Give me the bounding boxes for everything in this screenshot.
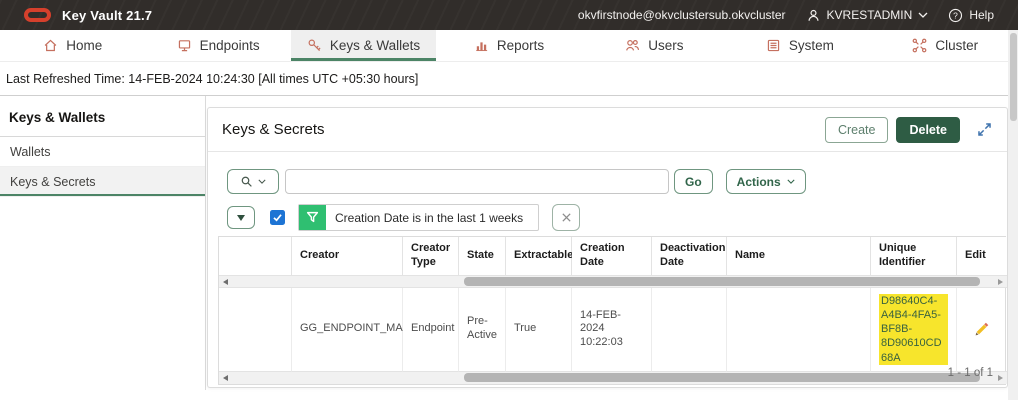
nav-label: Users <box>648 38 684 53</box>
cell-creation-date: 14-FEB-2024 10:22:03 <box>572 287 652 372</box>
scroll-right-icon[interactable] <box>998 278 1003 285</box>
maximize-icon[interactable] <box>976 120 993 140</box>
panel-title: Keys & Secrets <box>222 121 325 138</box>
scroll-right-icon[interactable] <box>998 374 1003 381</box>
column-header-creator[interactable]: Creator <box>292 237 403 276</box>
cluster-icon <box>912 38 927 53</box>
nav-tab-reports[interactable]: Reports <box>436 30 581 61</box>
help-label: Help <box>969 8 994 22</box>
go-button[interactable]: Go <box>674 169 713 194</box>
column-header-extractable[interactable]: Extractable <box>506 237 573 276</box>
search-column-selector[interactable] <box>227 169 279 194</box>
nav-label: System <box>788 38 834 53</box>
row-select-cell[interactable] <box>219 287 292 372</box>
column-header-unique-identifier[interactable]: Unique Identifier <box>871 237 957 276</box>
filter-funnel-icon <box>299 205 326 230</box>
user-menu[interactable]: KVRESTADMIN <box>806 8 929 23</box>
nav-tab-keys-wallets[interactable]: Keys & Wallets <box>290 30 437 61</box>
search-input[interactable] <box>285 169 669 194</box>
chevron-down-icon <box>258 179 266 184</box>
pagination-status: 1 - 1 of 1 <box>947 367 993 379</box>
nav-tab-system[interactable]: System <box>727 30 872 61</box>
report-settings-button[interactable] <box>227 206 255 229</box>
cell-extractable: True <box>506 287 572 372</box>
filter-condition-text: Creation Date is in the last 1 weeks <box>335 210 524 225</box>
actions-button[interactable]: Actions <box>725 169 806 194</box>
cell-creator: GG_ENDPOINT_MA <box>292 287 403 372</box>
help-icon: ? <box>948 8 963 23</box>
last-refreshed-bar: Last Refreshed Time: 14-FEB-2024 10:24:3… <box>0 62 1018 96</box>
column-header-creation-date[interactable]: Creation Date <box>572 237 652 276</box>
user-name: KVRESTADMIN <box>826 8 913 22</box>
scrollbar-thumb[interactable] <box>464 372 980 382</box>
chevron-down-icon <box>918 12 928 18</box>
table-horizontal-scrollbar-bottom[interactable] <box>219 371 1007 384</box>
nav-tab-home[interactable]: Home <box>0 30 145 61</box>
oracle-logo-icon <box>24 8 51 22</box>
search-toolbar: Go Actions <box>227 169 806 194</box>
nav-label: Endpoints <box>199 38 260 53</box>
nav-label: Reports <box>496 38 545 53</box>
reports-icon <box>474 38 489 53</box>
user-icon <box>806 8 821 23</box>
sidebar-item-keys-secrets[interactable]: Keys & Secrets <box>0 167 205 197</box>
remove-filter-button[interactable] <box>552 204 580 231</box>
okv-app-window: Key Vault 21.7 okvfirstnode@okvclustersu… <box>0 0 1018 400</box>
create-button[interactable]: Create <box>824 116 889 143</box>
triangle-down-icon <box>237 214 245 221</box>
scrollbar-thumb[interactable] <box>1009 33 1017 121</box>
cell-state: Pre-Active <box>459 287 506 372</box>
cell-unique-identifier: D98640C4-A4B4-4FA5-BF8B-8D90610CD68A <box>871 287 957 372</box>
help-menu[interactable]: ? Help <box>948 8 994 23</box>
page-vertical-scrollbar[interactable] <box>1008 30 1018 400</box>
filter-row: Creation Date is in the last 1 weeks <box>227 204 580 231</box>
home-icon <box>43 38 58 53</box>
cell-creator-type: Endpoint <box>403 287 459 372</box>
keys-secrets-panel: Keys & Secrets Create Delete Go Actions … <box>207 107 1008 388</box>
column-header-deactivation-date[interactable]: Deactivation Date <box>652 237 727 276</box>
scroll-left-icon[interactable] <box>223 374 228 381</box>
key-icon <box>307 38 322 53</box>
system-icon <box>766 38 781 53</box>
nav-label: Home <box>66 38 103 53</box>
cell-deactivation-date <box>652 287 727 372</box>
column-header-edit: Edit <box>957 237 1007 276</box>
nav-label: Keys & Wallets <box>329 38 421 53</box>
sidebar-item-label: Wallets <box>10 144 51 159</box>
filter-chip[interactable]: Creation Date is in the last 1 weeks <box>298 204 539 231</box>
unique-identifier-highlighted: D98640C4-A4B4-4FA5-BF8B-8D90610CD68A <box>879 293 948 365</box>
sidebar-item-label: Keys & Secrets <box>10 174 96 189</box>
nav-tab-endpoints[interactable]: Endpoints <box>145 30 290 61</box>
scrollbar-thumb[interactable] <box>464 276 980 286</box>
column-header-name[interactable]: Name <box>727 237 871 276</box>
nav-label: Cluster <box>935 38 979 53</box>
product-title: Key Vault 21.7 <box>62 7 153 23</box>
column-header-state[interactable]: State <box>459 237 506 276</box>
primary-nav: Home Endpoints Keys & Wallets Reports Us… <box>0 30 1018 62</box>
nav-tab-cluster[interactable]: Cluster <box>873 30 1018 61</box>
column-header-select <box>219 237 292 276</box>
sidebar: Keys & Wallets Wallets Keys & Secrets <box>0 96 206 390</box>
delete-button[interactable]: Delete <box>896 116 960 143</box>
panel-header: Keys & Secrets Create Delete <box>208 108 1007 152</box>
keys-secrets-table: Creator Creator Type State Extractable C… <box>218 236 1007 385</box>
last-refreshed-text: Last Refreshed Time: 14-FEB-2024 10:24:3… <box>6 71 419 86</box>
users-icon <box>625 38 640 53</box>
nav-tab-users[interactable]: Users <box>582 30 727 61</box>
table-horizontal-scrollbar-top[interactable] <box>219 275 1007 288</box>
actions-label: Actions <box>736 174 781 189</box>
svg-text:?: ? <box>953 10 958 20</box>
scroll-left-icon[interactable] <box>223 278 228 285</box>
sidebar-item-wallets[interactable]: Wallets <box>0 137 205 167</box>
column-header-creator-type[interactable]: Creator Type <box>403 237 459 276</box>
search-icon <box>240 175 254 189</box>
endpoints-icon <box>177 38 192 53</box>
node-identity: okvfirstnode@okvclustersub.okvcluster <box>577 8 786 22</box>
filter-enabled-checkbox[interactable] <box>270 210 285 225</box>
cell-edit <box>957 288 1007 372</box>
edit-pencil-icon[interactable] <box>974 321 990 337</box>
top-bar: Key Vault 21.7 okvfirstnode@okvclustersu… <box>0 0 1018 30</box>
sidebar-title: Keys & Wallets <box>0 96 205 137</box>
cell-name <box>727 287 871 372</box>
